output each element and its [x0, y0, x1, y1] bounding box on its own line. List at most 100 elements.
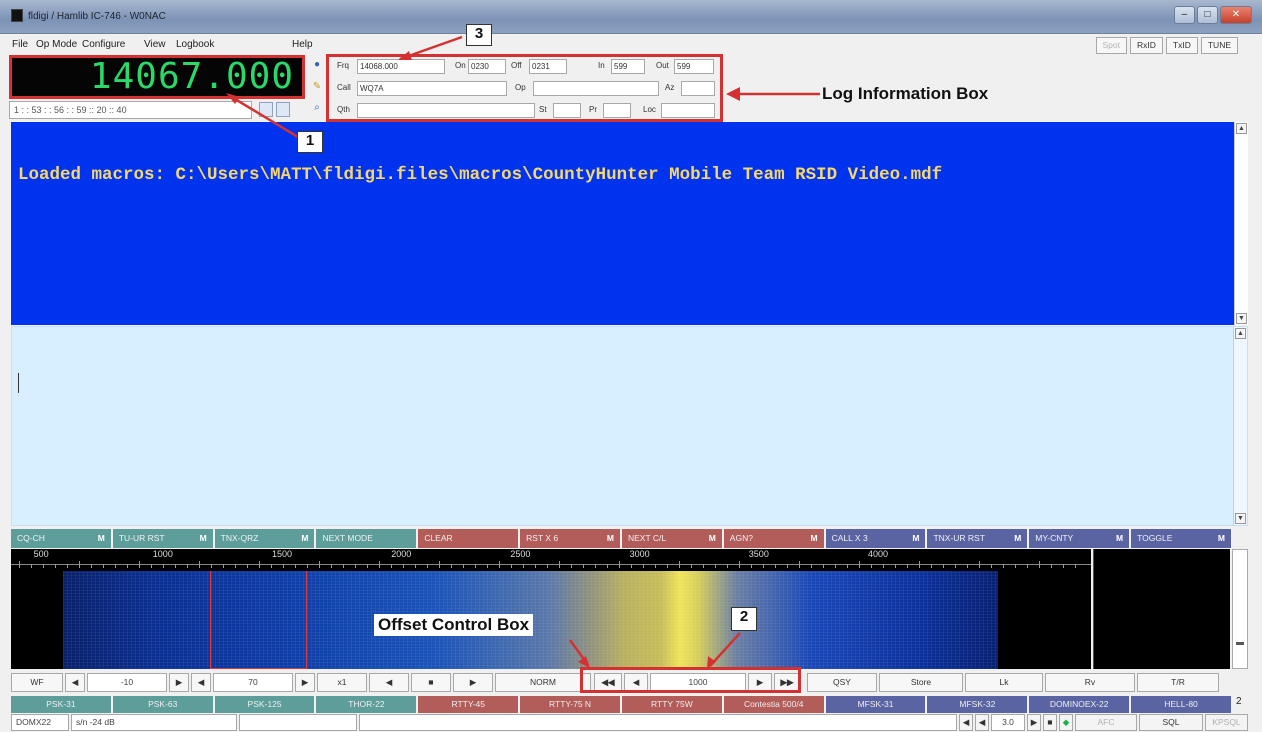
menu-view[interactable]: View	[144, 39, 166, 50]
macro-label: CALL X 3	[831, 533, 868, 543]
menu-logbook[interactable]: Logbook	[176, 39, 214, 50]
spot-button[interactable]: Spot	[1095, 37, 1128, 54]
on-field[interactable]: 0230	[468, 59, 506, 74]
macro-button-3[interactable]: TNX-QRZ M	[214, 529, 315, 548]
afc-button[interactable]: AFC	[1075, 714, 1137, 731]
tx-level-value[interactable]: 3.0	[991, 714, 1025, 731]
signal-level-scale[interactable]	[1232, 549, 1248, 669]
call-field[interactable]: WQ7A	[357, 81, 507, 96]
scale-tick-mark	[367, 564, 368, 568]
frequency-display[interactable]: 14067.000	[9, 55, 305, 99]
refresh-icon[interactable]	[259, 102, 273, 117]
minimize-icon[interactable]: –	[1174, 6, 1195, 24]
left-button[interactable]: ◀	[369, 673, 409, 692]
receive-text-panel[interactable]: Loaded macros: C:\Users\MATT\fldigi.file…	[11, 122, 1248, 325]
scale-tick-mark	[295, 564, 296, 568]
tune-button[interactable]: TUNE	[1200, 37, 1238, 54]
menu-file[interactable]: File	[12, 39, 28, 50]
scroll-down-icon[interactable]: ▼	[1235, 513, 1246, 524]
mode-button-10[interactable]: MFSK-32	[927, 696, 1028, 713]
macro-button-2[interactable]: TU-UR RST M	[112, 529, 213, 548]
signal-level-field[interactable]: -10	[87, 673, 167, 692]
imd-status	[239, 714, 357, 731]
mode-button-5[interactable]: RTTY-45	[418, 696, 519, 713]
off-field[interactable]: 0231	[529, 59, 567, 74]
macro-button-7[interactable]: NEXT C/L M	[621, 529, 722, 548]
mode-button-1[interactable]: PSK-31	[11, 696, 111, 713]
macro-button-8[interactable]: AGN? M	[723, 529, 824, 548]
mode-status[interactable]: DOMX22	[11, 714, 69, 731]
maximize-icon[interactable]: □	[1196, 6, 1218, 24]
state-field[interactable]	[553, 103, 581, 118]
transmit-text-panel[interactable]: ▲ ▼	[11, 326, 1248, 526]
scroll-down-icon[interactable]: ▼	[1236, 313, 1247, 324]
wf-mode-button[interactable]: WF	[11, 673, 63, 692]
mode-button-12[interactable]: HELL-80	[1131, 696, 1231, 713]
qsy-button[interactable]: QSY	[807, 673, 877, 692]
frq-field[interactable]: 14068.000	[357, 59, 445, 74]
macro-button-12[interactable]: TOGGLE M	[1131, 529, 1231, 548]
lock-button[interactable]: Lk	[965, 673, 1043, 692]
mode-button-2[interactable]: PSK-63	[112, 696, 213, 713]
close-icon[interactable]: ✕	[1219, 6, 1252, 24]
qth-field[interactable]	[357, 103, 535, 118]
rxid-button[interactable]: RxID	[1130, 37, 1163, 54]
macro-label: TU-UR RST	[118, 533, 165, 543]
menu-op-mode[interactable]: Op Mode	[36, 39, 77, 50]
tx-level-up-icon[interactable]: ▶	[1027, 714, 1041, 731]
norm-button[interactable]: NORM	[495, 673, 591, 692]
mode-button-3[interactable]: PSK-125	[214, 696, 315, 713]
op-field[interactable]	[533, 81, 659, 96]
mode-button-8[interactable]: Contestia 500/4	[723, 696, 824, 713]
macro-button-10[interactable]: TNX-UR RST M	[927, 529, 1028, 548]
rx-bandwidth-marker[interactable]	[210, 571, 307, 669]
pause-button[interactable]: ■	[411, 673, 451, 692]
macro-button-9[interactable]: CALL X 3 M	[825, 529, 926, 548]
settings-icon[interactable]	[276, 102, 290, 117]
tx-scrollbar[interactable]: ▲ ▼	[1233, 327, 1247, 525]
search-icon[interactable]: ⌕	[310, 101, 324, 115]
right-button[interactable]: ▶	[453, 673, 493, 692]
sql-button[interactable]: SQL	[1139, 714, 1203, 731]
mode-button-9[interactable]: MFSK-31	[825, 696, 926, 713]
tr-button[interactable]: T/R	[1137, 673, 1219, 692]
locator-field[interactable]	[661, 103, 715, 118]
scale-tick-label: 1500	[272, 549, 293, 559]
stop-icon[interactable]: ■	[1043, 714, 1057, 731]
menu-configure[interactable]: Configure	[82, 39, 125, 50]
store-button[interactable]: Store	[879, 673, 963, 692]
level1-down-button[interactable]: ◀	[65, 673, 85, 692]
menu-help[interactable]: Help	[292, 39, 313, 50]
pencil-icon[interactable]: ✎	[310, 80, 324, 94]
rst-out-field[interactable]: 599	[674, 59, 714, 74]
level2-up-button[interactable]: ▶	[295, 673, 315, 692]
macro-button-1[interactable]: CQ-CH M	[11, 529, 111, 548]
province-field[interactable]	[603, 103, 631, 118]
macro-button-11[interactable]: MY-CNTY M	[1029, 529, 1130, 548]
zoom-button[interactable]: x1	[317, 673, 367, 692]
kpsql-button[interactable]: KPSQL	[1205, 714, 1248, 731]
macro-button-4[interactable]: NEXT MODE	[316, 529, 417, 548]
macro-button-5[interactable]: CLEAR	[418, 529, 519, 548]
reverse-button[interactable]: Rv	[1045, 673, 1135, 692]
tx-level-down-icon[interactable]: ◀	[959, 714, 973, 731]
waterfall-display[interactable]	[11, 571, 1091, 669]
scroll-up-icon[interactable]: ▲	[1236, 123, 1247, 134]
rx-scrollbar[interactable]: ▲ ▼	[1234, 122, 1248, 325]
az-field[interactable]	[681, 81, 715, 96]
level1-up-button[interactable]: ▶	[169, 673, 189, 692]
macro-button-6[interactable]: RST X 6 M	[520, 529, 620, 548]
scroll-up-icon[interactable]: ▲	[1235, 328, 1246, 339]
mode-button-11[interactable]: DOMINOEX-22	[1029, 696, 1130, 713]
txid-button[interactable]: TxID	[1165, 37, 1198, 54]
scale-tick-mark	[991, 564, 992, 568]
rst-in-field[interactable]: 599	[611, 59, 645, 74]
tx-level-down-icon-2[interactable]: ◀	[975, 714, 989, 731]
scale-tick-mark	[451, 564, 452, 568]
mode-button-7[interactable]: RTTY 75W	[621, 696, 722, 713]
scale-tick-mark	[919, 561, 920, 568]
mode-button-4[interactable]: THOR-22	[316, 696, 417, 713]
level2-down-button[interactable]: ◀	[191, 673, 211, 692]
range-field[interactable]: 70	[213, 673, 293, 692]
mode-button-6[interactable]: RTTY-75 N	[520, 696, 620, 713]
